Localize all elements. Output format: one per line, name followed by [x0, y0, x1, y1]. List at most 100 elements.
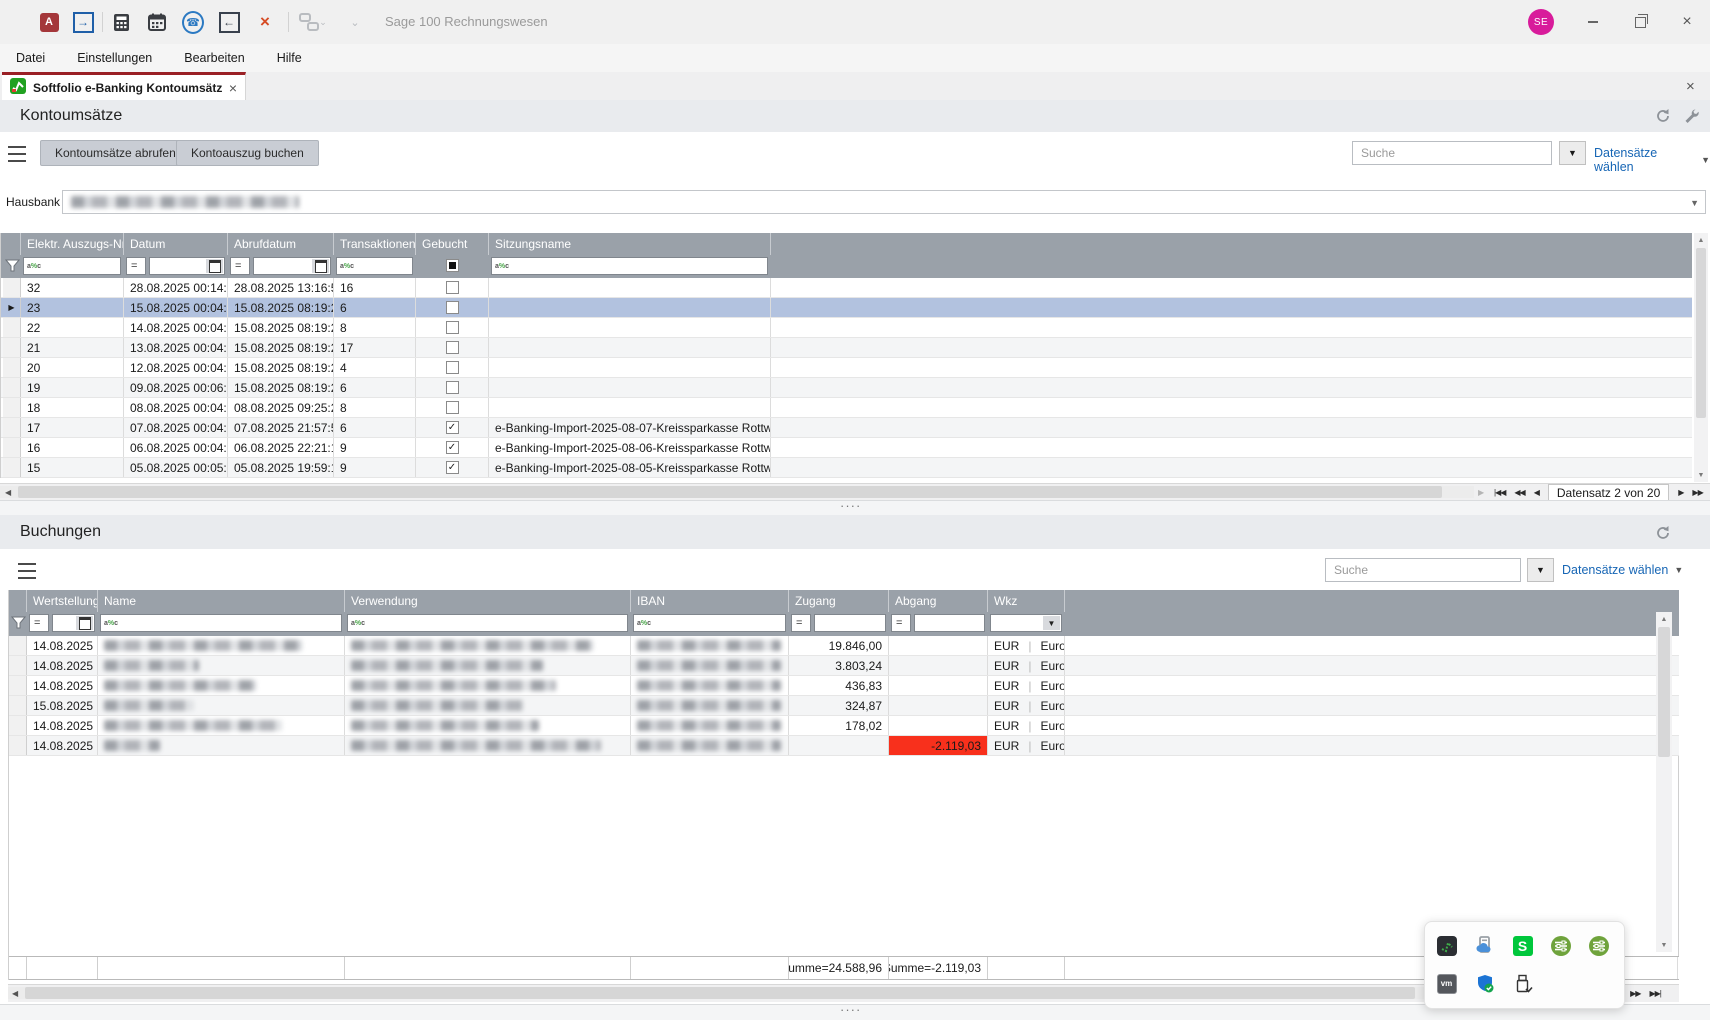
vertical-scrollbar[interactable]: ▲ ▼: [1656, 612, 1672, 952]
column-header-nr[interactable]: Elektr. Auszugs-Nr.: [21, 233, 124, 255]
next-record-button[interactable]: ▶: [1678, 488, 1683, 497]
zugang-filter-operator[interactable]: =: [791, 614, 811, 632]
app-dark-icon[interactable]: [1436, 935, 1457, 956]
column-header-zugang[interactable]: Zugang: [789, 590, 889, 612]
access-icon[interactable]: A: [38, 11, 60, 33]
column-header-iban[interactable]: IBAN: [631, 590, 789, 612]
gebucht-filter-checkbox[interactable]: [446, 259, 459, 272]
transaktionen-filter-input[interactable]: a%c: [336, 257, 413, 275]
menu-item-datei[interactable]: Datei: [0, 51, 61, 65]
column-header-verwendung[interactable]: Verwendung: [345, 590, 631, 612]
last-record-button[interactable]: ▶▶|: [1649, 989, 1660, 998]
wrench-icon[interactable]: [1682, 107, 1700, 125]
tab-close-icon[interactable]: ×: [229, 81, 237, 95]
prev-page-button[interactable]: ◀◀: [1514, 488, 1524, 497]
menu-item-bearbeiten[interactable]: Bearbeiten: [168, 51, 260, 65]
calendar-picker-icon[interactable]: [76, 616, 93, 630]
checkbox-unchecked[interactable]: [446, 381, 459, 394]
column-header-wertstellung[interactable]: Wertstellung: [27, 590, 98, 612]
checkbox-checked[interactable]: ✓: [446, 461, 459, 474]
scroll-up-icon[interactable]: ▲: [1656, 612, 1672, 626]
table-row[interactable]: ▶2315.08.2025 00:04:3215.08.2025 08:19:2…: [1, 298, 1692, 318]
panel-menu-icon[interactable]: [8, 146, 26, 162]
table-row[interactable]: 14.08.2025178,02EUR|Euro: [9, 716, 1679, 736]
scroll-left-icon[interactable]: ◀: [5, 484, 11, 500]
table-row[interactable]: 1707.08.2025 00:04:3907.08.2025 21:57:56…: [1, 418, 1692, 438]
abgang-filter-operator[interactable]: =: [891, 614, 911, 632]
checkbox-unchecked[interactable]: [446, 281, 459, 294]
column-header-abgang[interactable]: Abgang: [889, 590, 988, 612]
name-filter-input[interactable]: a%c: [100, 614, 342, 632]
table-row[interactable]: 1909.08.2025 00:06:2315.08.2025 08:19:21…: [1, 378, 1692, 398]
filter-funnel-icon[interactable]: [11, 616, 26, 633]
phone-icon[interactable]: ☎: [182, 11, 204, 33]
checkbox-unchecked[interactable]: [446, 361, 459, 374]
user-avatar[interactable]: SE: [1528, 9, 1554, 35]
table-row[interactable]: 14.08.2025436,83EUR|Euro: [9, 676, 1679, 696]
workflow-icon[interactable]: ⌄: [296, 11, 330, 33]
filter-dropdown-button[interactable]: ▼: [1527, 558, 1554, 582]
first-record-button[interactable]: |◀◀: [1494, 488, 1505, 497]
datensaetze-waehlen-button[interactable]: Datensätze wählen▼: [1562, 563, 1683, 577]
close-button[interactable]: ×: [1672, 12, 1702, 32]
usb-icon[interactable]: [1512, 973, 1533, 994]
table-row[interactable]: 1505.08.2025 00:05:0805.08.2025 19:59:18…: [1, 458, 1692, 478]
next-page-button[interactable]: ▶▶: [1692, 488, 1702, 497]
datensaetze-waehlen-button[interactable]: Datensätze wählen▼: [1594, 146, 1710, 174]
tabbar-close-icon[interactable]: ×: [1686, 79, 1695, 94]
verwendung-filter-input[interactable]: a%c: [347, 614, 628, 632]
table-row[interactable]: 15.08.2025324,87EUR|Euro: [9, 696, 1679, 716]
abgang-filter-input[interactable]: [914, 614, 985, 632]
table-row[interactable]: 2214.08.2025 00:04:2915.08.2025 08:19:21…: [1, 318, 1692, 338]
search-input[interactable]: [1325, 558, 1521, 582]
sitzungsname-filter-input[interactable]: a%c: [491, 257, 768, 275]
scroll-left-icon[interactable]: ◀: [12, 985, 18, 1001]
delete-icon[interactable]: ×: [254, 11, 276, 33]
filter-dropdown-button[interactable]: ▼: [1559, 141, 1586, 165]
search-input[interactable]: [1352, 141, 1552, 165]
checkbox-unchecked[interactable]: [446, 401, 459, 414]
table-row[interactable]: 14.08.202519.846,00EUR|Euro: [9, 636, 1679, 656]
wertstellung-filter-input[interactable]: [52, 614, 95, 632]
calculator-icon[interactable]: [110, 11, 132, 33]
export-icon[interactable]: →: [72, 11, 94, 33]
sage-icon[interactable]: S: [1512, 935, 1533, 956]
equalizer-icon-2[interactable]: [1588, 935, 1609, 956]
equalizer-icon[interactable]: [1550, 935, 1571, 956]
refresh-icon[interactable]: [1654, 107, 1672, 125]
panel-menu-icon[interactable]: [18, 563, 36, 579]
scroll-right-icon[interactable]: ▶: [1478, 484, 1484, 500]
prev-record-button[interactable]: ◀: [1534, 488, 1539, 497]
kontoumsaetze-abrufen-button[interactable]: Kontoumsätze abrufen: [40, 140, 191, 166]
column-header-transaktionen[interactable]: Transaktionen: [334, 233, 416, 255]
checkbox-unchecked[interactable]: [446, 321, 459, 334]
minimize-button[interactable]: [1578, 12, 1608, 32]
abrufdatum-filter-input[interactable]: [253, 257, 331, 275]
refresh-icon[interactable]: [1654, 524, 1672, 542]
back-icon[interactable]: ←: [218, 11, 240, 33]
column-header-wkz[interactable]: Wkz: [988, 590, 1065, 612]
toolbar-overflow-icon[interactable]: ⌄: [344, 11, 366, 33]
abrufdatum-filter-operator[interactable]: =: [230, 257, 250, 275]
maximize-button[interactable]: [1625, 12, 1655, 32]
windows-security-icon[interactable]: [1474, 973, 1495, 994]
column-header-sel[interactable]: [3, 233, 21, 255]
zugang-filter-input[interactable]: [814, 614, 886, 632]
menu-item-hilfe[interactable]: Hilfe: [261, 51, 318, 65]
scroll-down-icon[interactable]: ▼: [1694, 468, 1708, 482]
table-row[interactable]: 1808.08.2025 00:04:2608.08.2025 09:25:20…: [1, 398, 1692, 418]
kontoauszug-buchen-button[interactable]: Kontoauszug buchen: [176, 140, 319, 166]
scroll-up-icon[interactable]: ▲: [1694, 233, 1708, 247]
column-header-abrufdatum[interactable]: Abrufdatum: [228, 233, 334, 255]
checkbox-unchecked[interactable]: [446, 301, 459, 314]
table-row[interactable]: 3228.08.2025 00:14:1228.08.2025 13:16:57…: [1, 278, 1692, 298]
datum-filter-input[interactable]: [149, 257, 225, 275]
nr-filter-input[interactable]: a%c: [23, 257, 121, 275]
server-cloud-icon[interactable]: [1474, 935, 1495, 956]
checkbox-checked[interactable]: ✓: [446, 441, 459, 454]
table-row[interactable]: 2012.08.2025 00:04:3115.08.2025 08:19:21…: [1, 358, 1692, 378]
table-row[interactable]: 14.08.20253.803,24EUR|Euro: [9, 656, 1679, 676]
wkz-filter-select[interactable]: ▼: [990, 614, 1062, 632]
vmware-icon[interactable]: vm: [1436, 973, 1457, 994]
checkbox-unchecked[interactable]: [446, 341, 459, 354]
